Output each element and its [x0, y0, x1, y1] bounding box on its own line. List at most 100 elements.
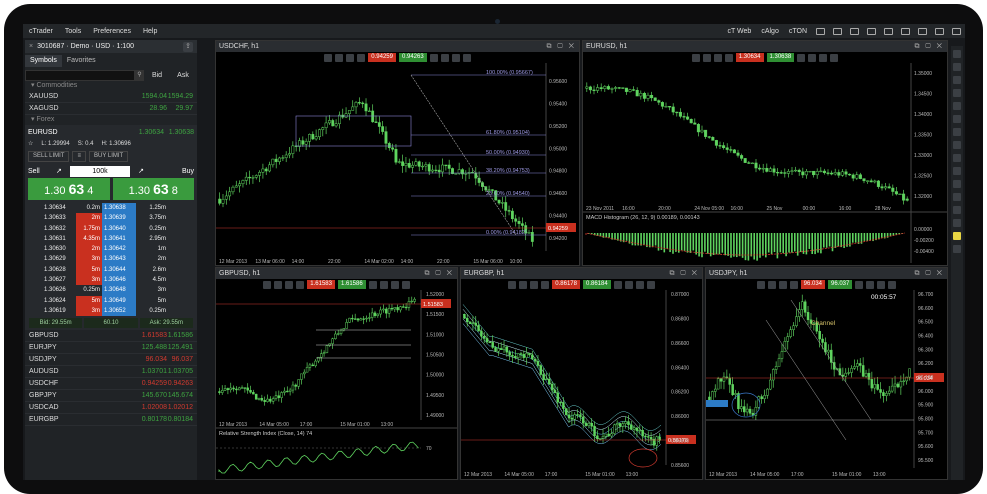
- indicator-icon[interactable]: [866, 280, 875, 289]
- text-icon[interactable]: [953, 219, 961, 227]
- timeframe-icon[interactable]: [724, 53, 733, 62]
- fullscreen-icon[interactable]: [952, 27, 961, 35]
- pencil-icon[interactable]: [953, 167, 961, 175]
- objects-icon[interactable]: [855, 280, 864, 289]
- search-icon[interactable]: ⚲: [135, 69, 144, 81]
- bars-icon[interactable]: [953, 76, 961, 84]
- depth-row[interactable]: 1.30632 1.75m 1.30640 0.25m: [28, 223, 194, 234]
- chart-usdjpy[interactable]: USDJPY, h1 ⧉ ▢ ✕ 96.034 96.037 Channel 00:05:…: [705, 267, 948, 480]
- list-item[interactable]: GBPUSD 1.61583 1.61586: [25, 330, 197, 343]
- chart-canvas[interactable]: 100.00% (0.95667) 61.80% (0.95104) 50.00% …: [216, 63, 579, 265]
- chart-canvas[interactable]: 1.51583 1.52000 1.51500 1.51000 1.50500 1.500…: [216, 290, 457, 479]
- buy-quote[interactable]: 0.86184: [583, 280, 611, 289]
- depth-row[interactable]: 1.30634 0.2m 1.30638 1.25m: [28, 203, 194, 214]
- quantity-input[interactable]: 100k: [70, 165, 130, 177]
- hand-icon[interactable]: [953, 115, 961, 123]
- hline-icon[interactable]: [953, 141, 961, 149]
- window-controls[interactable]: ⧉ ▢ ✕: [914, 268, 947, 279]
- window-controls[interactable]: ⧉ ▢ ✕: [669, 268, 702, 279]
- list-item[interactable]: USDCAD 1.02008 1.02012: [25, 402, 197, 415]
- timeframe-icon[interactable]: [357, 53, 366, 62]
- sell-quote[interactable]: 1.61583: [307, 280, 335, 289]
- chart-eurusd[interactable]: EURUSD, h1 ⧉ ▢ ✕ 1.30634 1.30638 1.35000 1.34…: [582, 40, 948, 266]
- list-item[interactable]: EURGBP 0.80178 0.80184: [25, 414, 197, 427]
- buy-button[interactable]: 1.30 63 8: [112, 178, 194, 200]
- timeframe-icon[interactable]: [789, 280, 798, 289]
- lock-icon[interactable]: [953, 245, 961, 253]
- list-item[interactable]: XAUUSD 1594.04 1594.29: [25, 91, 197, 103]
- zoom-out-icon[interactable]: [702, 53, 711, 62]
- depth-row[interactable]: 1.30633 2m 1.30639 3.75m: [28, 213, 194, 224]
- indicator-icon[interactable]: [624, 280, 633, 289]
- crosshair-icon[interactable]: [953, 102, 961, 110]
- upload-icon[interactable]: ⇪: [183, 41, 193, 52]
- window-controls[interactable]: ⧉ ▢ ✕: [914, 41, 947, 52]
- sell-button[interactable]: 1.30 63 4: [28, 178, 110, 200]
- settings-icon[interactable]: [901, 27, 910, 35]
- more-icon[interactable]: [646, 280, 655, 289]
- layout-icon[interactable]: [816, 27, 825, 35]
- zoom-out-icon[interactable]: [274, 280, 283, 289]
- alert-icon[interactable]: [867, 27, 876, 35]
- chart-gbpusd[interactable]: GBPUSD, h1 ⧉ ▢ ✕ 1.61583 1.61586 1.51583 1.52…: [215, 267, 458, 480]
- ct-web-link[interactable]: cT Web: [722, 28, 756, 35]
- menu-ctrader[interactable]: cTrader: [23, 28, 59, 35]
- cton-link[interactable]: cTON: [784, 28, 812, 35]
- depth-row[interactable]: 1.30624 5m 1.30649 5m: [28, 295, 194, 306]
- menu-preferences[interactable]: Preferences: [87, 28, 137, 35]
- sell-quote[interactable]: 1.30634: [735, 53, 764, 62]
- more-icon[interactable]: [401, 280, 410, 289]
- buy-quote[interactable]: 1.61586: [338, 280, 366, 289]
- more-icon[interactable]: [888, 280, 897, 289]
- list-item[interactable]: AUDUSD 1.03701 1.03705: [25, 366, 197, 379]
- window-controls[interactable]: ⧉ ▢ ✕: [424, 268, 457, 279]
- zoom-in-icon[interactable]: [508, 280, 517, 289]
- depth-row[interactable]: 1.30628 5m 1.30644 2.6m: [28, 264, 194, 276]
- info-icon[interactable]: [635, 280, 644, 289]
- chart-canvas[interactable]: 1.35000 1.34500 1.34000 1.33500 1.33000 1.325…: [583, 63, 947, 265]
- chart-canvas[interactable]: Channel00:05:5796.03496.70096.60096.5009…: [706, 290, 947, 479]
- zoom-out-icon[interactable]: [767, 280, 776, 289]
- color-icon[interactable]: [953, 232, 961, 240]
- chart-canvas[interactable]: 0.861780.870000.868000.866000.864000.862…: [461, 290, 702, 479]
- account-selector[interactable]: × 3010687 · Demo · USD · 1:100 ⇪: [25, 40, 197, 53]
- indicator-icon[interactable]: [808, 53, 817, 62]
- list-item[interactable]: XAGUSD 28.96 29.97: [25, 103, 197, 115]
- sync-icon[interactable]: [884, 27, 893, 35]
- indicator-icon[interactable]: [379, 280, 388, 289]
- objects-icon[interactable]: [613, 280, 622, 289]
- list-icon[interactable]: [953, 63, 961, 71]
- cursor-icon[interactable]: [953, 89, 961, 97]
- zoom-out-icon[interactable]: [519, 280, 528, 289]
- depth-row[interactable]: 1.30627 3m 1.30646 4.5m: [28, 275, 194, 286]
- indicator-icon[interactable]: [440, 53, 449, 62]
- depth-row[interactable]: 1.30631 4.35m 1.30641 2.95m: [28, 233, 194, 245]
- chart-type-icon[interactable]: [346, 53, 355, 62]
- objects-icon[interactable]: [797, 53, 806, 62]
- sell-arrow-icon[interactable]: ↗: [56, 167, 70, 175]
- star-icon[interactable]: ☆: [28, 139, 33, 150]
- trendline-icon[interactable]: [953, 154, 961, 162]
- list-item[interactable]: USDCHF 0.94259 0.94263: [25, 378, 197, 391]
- vline-icon[interactable]: [953, 128, 961, 136]
- tab-symbols[interactable]: Symbols: [25, 55, 62, 67]
- info-icon[interactable]: [877, 280, 886, 289]
- sell-limit-button[interactable]: SELL LIMIT: [28, 151, 70, 162]
- chat-icon[interactable]: [850, 27, 859, 35]
- chart-type-icon[interactable]: [713, 53, 722, 62]
- info-icon[interactable]: [451, 53, 460, 62]
- depth-row[interactable]: 1.30630 2m 1.30642 1m: [28, 244, 194, 255]
- chart-type-icon[interactable]: [778, 280, 787, 289]
- more-icon[interactable]: [830, 53, 839, 62]
- buy-quote[interactable]: 1.30638: [766, 53, 795, 62]
- tab-favorites[interactable]: Favorites: [62, 55, 101, 67]
- zoom-out-icon[interactable]: [335, 53, 344, 62]
- eurusd-row[interactable]: EURUSD 1.30634 1.30638: [28, 127, 194, 139]
- chart-type-icon[interactable]: [530, 280, 539, 289]
- buy-arrow-icon[interactable]: ↗: [130, 167, 144, 175]
- sell-quote[interactable]: 0.86178: [552, 280, 580, 289]
- info-icon[interactable]: [819, 53, 828, 62]
- list-item[interactable]: GBPJPY 145.670 145.674: [25, 390, 197, 403]
- calgo-link[interactable]: cAlgo: [756, 28, 784, 35]
- depth-icon[interactable]: ≡: [72, 151, 86, 162]
